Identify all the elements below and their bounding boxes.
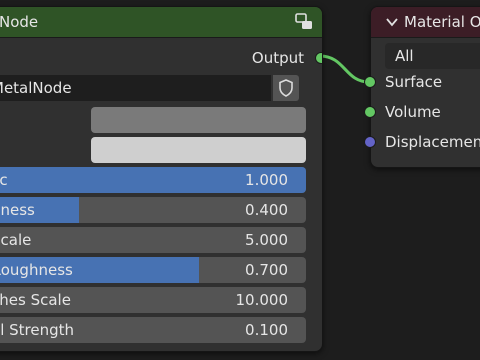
surface-input-socket[interactable] (364, 76, 376, 88)
node-title: Material Ou (404, 13, 480, 31)
shield-icon (279, 79, 293, 97)
volume-input-socket[interactable] (364, 106, 376, 118)
field-label: al Strength (0, 321, 75, 339)
color-swatch-2[interactable] (91, 137, 306, 163)
target-select[interactable]: All (385, 43, 480, 69)
field-value: 10.000 (235, 291, 289, 309)
input-label-displacement: Displacement (385, 133, 480, 151)
scratches-scale-field[interactable]: ches Scale 10.000 (0, 287, 306, 313)
node-header[interactable]: Material Ou (371, 7, 480, 38)
node-header[interactable]: Node (0, 7, 322, 38)
normal-strength-field[interactable]: al Strength 0.100 (0, 317, 306, 343)
slider-value: 1.000 (245, 171, 288, 189)
metal-node[interactable]: Node Output MetalNode lic 1.000 hness 0.… (0, 6, 323, 352)
input-label-surface: Surface (385, 73, 443, 91)
slider-label: hness (0, 201, 35, 219)
field-value: 0.100 (245, 321, 288, 339)
metallic-slider[interactable]: lic 1.000 (0, 167, 306, 193)
output-socket[interactable] (315, 52, 322, 64)
slider-label: Roughness (0, 261, 73, 279)
scratch-roughness-slider[interactable]: Roughness 0.700 (0, 257, 306, 283)
field-value: 5.000 (245, 231, 288, 249)
field-label: ches Scale (0, 291, 71, 309)
fake-user-button[interactable] (273, 75, 299, 101)
output-socket-label: Output (251, 49, 304, 67)
node-group-name-field[interactable]: MetalNode (0, 75, 271, 101)
field-label: Scale (0, 231, 32, 249)
input-label-volume: Volume (385, 103, 441, 121)
scale-field[interactable]: Scale 5.000 (0, 227, 306, 253)
slider-label: lic (0, 171, 8, 189)
roughness-slider[interactable]: hness 0.400 (0, 197, 306, 223)
material-output-node[interactable]: Material Ou All Surface Volume Displacem… (370, 6, 480, 168)
displacement-input-socket[interactable] (364, 136, 376, 148)
node-group-icon[interactable] (294, 13, 314, 31)
slider-value: 0.700 (245, 261, 288, 279)
chevron-down-icon[interactable] (385, 15, 399, 29)
slider-value: 0.400 (245, 201, 288, 219)
node-title: Node (0, 13, 39, 31)
color-swatch-1[interactable] (91, 107, 306, 133)
